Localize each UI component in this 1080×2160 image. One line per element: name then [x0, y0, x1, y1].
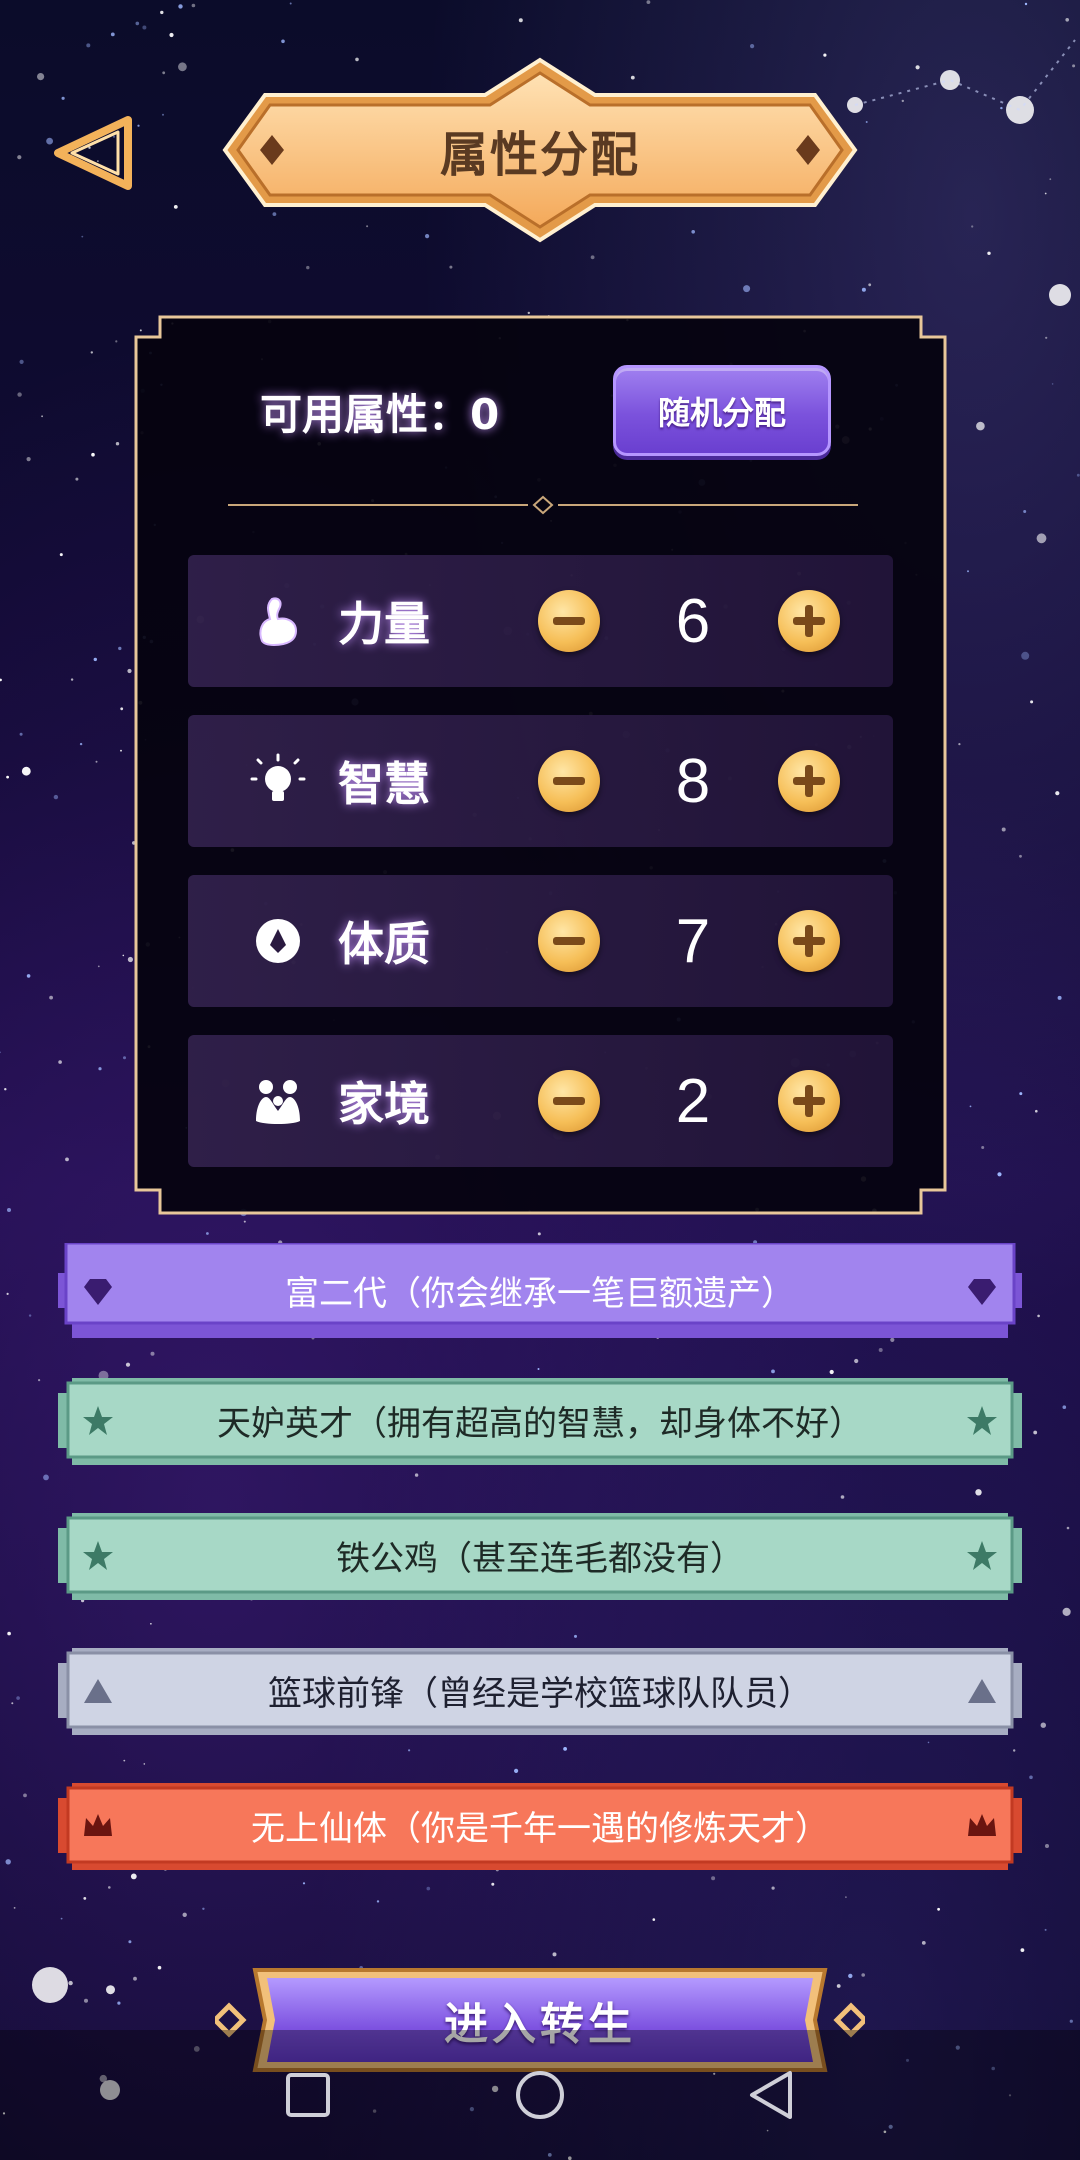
attribute-value: 6	[675, 586, 711, 656]
attribute-panel: 可用属性：0 随机分配 力量 6 智慧 8 体质 7 家境 2	[133, 315, 948, 1215]
available-points-label: 可用属性：0	[260, 389, 500, 439]
decrease-family-button[interactable]	[538, 1070, 600, 1132]
random-allocate-button[interactable]: 随机分配	[613, 365, 831, 456]
attribute-value: 8	[675, 746, 711, 816]
plus-icon	[793, 1085, 825, 1117]
title-banner: 属性分配	[220, 55, 860, 245]
minus-icon	[553, 1097, 585, 1105]
diamond-icon	[968, 1279, 996, 1305]
decrease-wisdom-button[interactable]	[538, 750, 600, 812]
attribute-label: 体质	[338, 917, 430, 971]
decrease-constitution-button[interactable]	[538, 910, 600, 972]
talent-text: 富二代（你会继承一笔巨额遗产）	[285, 1274, 795, 1314]
family-icon	[256, 1080, 300, 1124]
navigation-bar	[0, 2030, 1080, 2160]
talent-card-gray[interactable]: 篮球前锋（曾经是学校篮球队队员）	[58, 1643, 1022, 1738]
page-title: 属性分配	[439, 127, 640, 183]
attribute-row-wisdom: 智慧 8	[188, 715, 893, 847]
attribute-label: 家境	[338, 1077, 430, 1131]
body-shield-icon	[256, 919, 300, 963]
system-back-button[interactable]	[740, 2063, 804, 2127]
attribute-label: 力量	[338, 597, 430, 651]
minus-icon	[553, 617, 585, 625]
square-icon	[286, 2073, 330, 2117]
star-icon	[967, 1406, 997, 1435]
increase-family-button[interactable]	[778, 1070, 840, 1132]
back-button[interactable]	[50, 108, 140, 198]
talent-text: 铁公鸡（甚至连毛都没有）	[336, 1539, 744, 1579]
crown-icon	[968, 1814, 996, 1836]
star-icon	[967, 1541, 997, 1570]
talent-card-red[interactable]: 无上仙体（你是千年一遇的修炼天才）	[58, 1778, 1022, 1873]
talent-text: 篮球前锋（曾经是学校篮球队队员）	[268, 1674, 812, 1714]
plus-icon	[793, 925, 825, 957]
minus-icon	[553, 937, 585, 945]
muscle-arm-icon	[259, 597, 298, 647]
triangle-back-icon	[750, 2071, 792, 2119]
attribute-label: 智慧	[338, 757, 430, 811]
plus-icon	[793, 765, 825, 797]
attribute-row-constitution: 体质 7	[188, 875, 893, 1007]
triangle-left-icon	[54, 116, 132, 190]
circle-icon	[516, 2071, 564, 2119]
attribute-value: 2	[675, 1066, 711, 1136]
increase-wisdom-button[interactable]	[778, 750, 840, 812]
decrease-strength-button[interactable]	[538, 590, 600, 652]
talent-card-green[interactable]: 铁公鸡（甚至连毛都没有）	[58, 1508, 1022, 1603]
talent-card-purple[interactable]: 富二代（你会继承一笔巨额遗产）	[58, 1243, 1022, 1338]
talent-card-green[interactable]: 天妒英才（拥有超高的智慧，却身体不好）	[58, 1373, 1022, 1468]
home-button[interactable]	[508, 2063, 572, 2127]
recents-button[interactable]	[276, 2063, 340, 2127]
lightbulb-icon	[250, 753, 306, 801]
increase-strength-button[interactable]	[778, 590, 840, 652]
plus-icon	[793, 605, 825, 637]
attribute-row-family: 家境 2	[188, 1035, 893, 1167]
attribute-row-strength: 力量 6	[188, 555, 893, 687]
divider	[228, 495, 858, 515]
minus-icon	[553, 777, 585, 785]
talent-text: 天妒英才（拥有超高的智慧，却身体不好）	[217, 1404, 863, 1444]
increase-constitution-button[interactable]	[778, 910, 840, 972]
triangle-icon	[968, 1679, 996, 1703]
talent-text: 无上仙体（你是千年一遇的修炼天才）	[251, 1809, 829, 1849]
attribute-value: 7	[675, 906, 711, 976]
